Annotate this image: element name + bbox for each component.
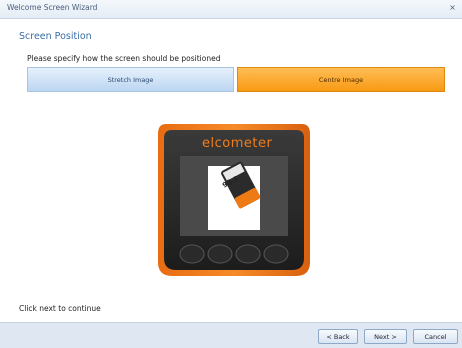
status-text: Click next to continue (19, 304, 101, 313)
device-preview-image: elcometer 93.1 (158, 124, 310, 276)
next-button[interactable]: Next > (364, 329, 407, 344)
title-bar: Welcome Screen Wizard × (0, 0, 462, 19)
device-brand-label: elcometer (202, 136, 273, 151)
back-button[interactable]: < Back (318, 329, 358, 344)
cancel-button[interactable]: Cancel (413, 329, 458, 344)
instruction-text: Please specify how the screen should be … (27, 54, 221, 63)
close-icon[interactable]: × (447, 2, 458, 14)
window-title: Welcome Screen Wizard (7, 3, 98, 12)
stretch-image-button[interactable]: Stretch Image (27, 67, 234, 92)
page-title: Screen Position (19, 31, 92, 42)
wizard-window: Welcome Screen Wizard × Screen Position … (0, 0, 462, 348)
centre-image-button[interactable]: Centre Image (237, 67, 445, 92)
